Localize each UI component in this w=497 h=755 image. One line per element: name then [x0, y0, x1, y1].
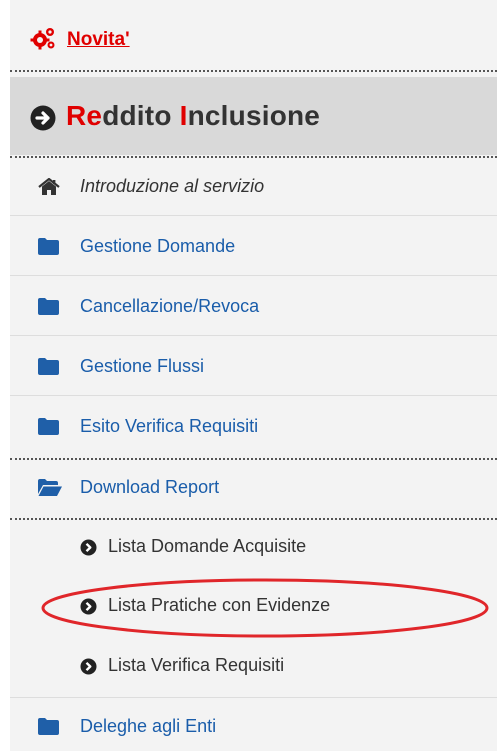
home-icon: [38, 178, 60, 195]
menu-item-label: Introduzione al servizio: [80, 176, 265, 196]
submenu-item-label: Lista Domande Acquisite: [108, 536, 307, 556]
section-title-initial-1: Re: [66, 100, 103, 131]
section-title-part-2: nclusione: [187, 100, 321, 131]
menu-item-esito-verifica-requisiti[interactable]: Esito Verifica Requisiti: [10, 398, 497, 456]
section-title-part-1: ddito: [102, 100, 180, 131]
circle-chevron-right-icon: [80, 539, 97, 556]
menu-item-label: Gestione Flussi: [80, 356, 205, 376]
folder-icon: [38, 718, 59, 735]
folder-open-icon: [38, 479, 62, 496]
menu-item-gestione-domande[interactable]: Gestione Domande: [10, 218, 497, 276]
menu-item-label: Download Report: [80, 477, 220, 497]
submenu-item-lista-verifica-requisiti[interactable]: Lista Verifica Requisiti: [10, 638, 497, 696]
page: Novita' Reddito Inclusione Introduzione …: [0, 0, 497, 751]
section-title-initial-2: I: [179, 100, 188, 131]
menu-item-download-report[interactable]: Download Report: [10, 459, 497, 517]
novita-row[interactable]: Novita': [10, 16, 497, 68]
menu-item-gestione-flussi[interactable]: Gestione Flussi: [10, 338, 497, 396]
menu-item-label: Cancellazione/Revoca: [80, 296, 260, 316]
dotted-divider: [10, 70, 497, 72]
folder-icon: [38, 238, 59, 255]
circle-chevron-right-icon: [80, 658, 97, 675]
section-header[interactable]: Reddito Inclusione: [10, 77, 497, 155]
menu-item-deleghe-agli-enti[interactable]: Deleghe agli Enti: [10, 697, 497, 755]
menu-item-label: Gestione Domande: [80, 236, 236, 256]
menu-item-label: Deleghe agli Enti: [80, 716, 217, 736]
folder-icon: [38, 418, 59, 435]
circle-arrow-right-icon: [30, 105, 56, 131]
submenu-item-label: Lista Verifica Requisiti: [108, 655, 285, 675]
menu-item-introduzione[interactable]: Introduzione al servizio: [10, 158, 497, 216]
folder-icon: [38, 298, 59, 315]
section-title: Reddito Inclusione: [66, 100, 320, 132]
highlight-ellipse: [41, 578, 489, 638]
folder-icon: [38, 358, 59, 375]
menu-item-cancellazione-revoca[interactable]: Cancellazione/Revoca: [10, 278, 497, 336]
gears-icon: [30, 28, 55, 50]
novita-link[interactable]: Novita': [67, 29, 130, 51]
submenu-item-lista-domande-acquisite[interactable]: Lista Domande Acquisite: [10, 519, 497, 577]
menu-item-label: Esito Verifica Requisiti: [80, 416, 259, 436]
